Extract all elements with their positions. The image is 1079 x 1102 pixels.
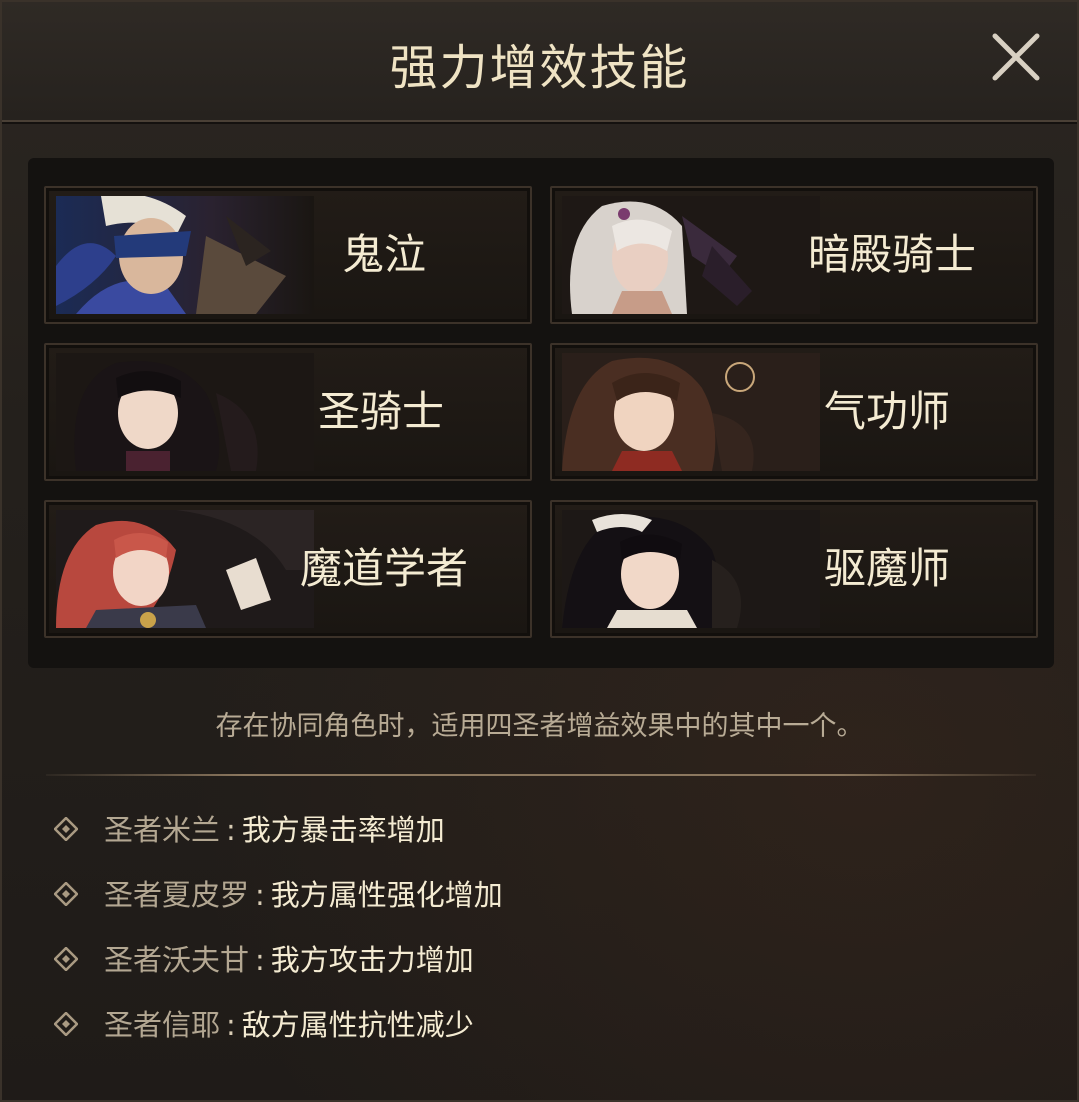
buff-separator: : bbox=[226, 1008, 236, 1042]
buff-saint-name: 圣者夏皮罗 bbox=[104, 878, 250, 912]
brown-haired-nen-master-portrait bbox=[562, 353, 820, 471]
dark-haired-crusader-portrait bbox=[56, 353, 314, 471]
character-grid: 鬼泣 暗殿骑士 圣骑士 气功师 魔道学者 驱魔师 bbox=[28, 158, 1054, 668]
diamond-bullet-icon bbox=[54, 947, 78, 971]
buff-item: 圣者沃夫甘: 我方攻击力增加 bbox=[54, 940, 474, 980]
diamond-bullet-icon bbox=[54, 882, 78, 906]
synergy-skill-dialog: 强力增效技能 鬼泣 暗殿骑士 圣骑士 气功师 魔道学者 驱魔师 存在协同角色时，… bbox=[0, 0, 1079, 1102]
buff-item: 圣者信耶: 敌方属性抗性减少 bbox=[54, 1005, 474, 1045]
character-card-exorcist[interactable]: 驱魔师 bbox=[550, 500, 1038, 638]
synergy-description: 存在协同角色时，适用四圣者增益效果中的其中一个。 bbox=[215, 711, 864, 742]
character-card-crusader[interactable]: 圣骑士 bbox=[44, 343, 532, 481]
dialog-header: 强力增效技能 bbox=[2, 2, 1077, 122]
diamond-bullet-icon bbox=[54, 1012, 78, 1036]
buff-saint-name: 圣者沃夫甘 bbox=[104, 943, 250, 977]
character-card-ghost-blade[interactable]: 鬼泣 bbox=[44, 186, 532, 324]
character-card-dark-knight[interactable]: 暗殿骑士 bbox=[550, 186, 1038, 324]
buff-saint-name: 圣者信耶 bbox=[104, 1008, 221, 1042]
character-name: 驱魔师 bbox=[823, 544, 950, 593]
character-name: 圣骑士 bbox=[317, 387, 444, 436]
buff-separator: : bbox=[226, 813, 236, 847]
buff-separator: : bbox=[255, 878, 265, 912]
buff-item: 圣者米兰: 我方暴击率增加 bbox=[54, 810, 445, 850]
divider bbox=[46, 774, 1036, 776]
black-haired-exorcist-portrait bbox=[562, 510, 820, 628]
buff-effect: 我方暴击率增加 bbox=[241, 813, 445, 847]
diamond-bullet-icon bbox=[54, 817, 78, 841]
character-name: 气功师 bbox=[823, 387, 950, 436]
character-card-magic-scholar[interactable]: 魔道学者 bbox=[44, 500, 532, 638]
white-haired-knight-portrait bbox=[562, 196, 820, 314]
buff-saint-name: 圣者米兰 bbox=[104, 813, 221, 847]
buff-effect: 我方攻击力增加 bbox=[270, 943, 474, 977]
dialog-title: 强力增效技能 bbox=[389, 40, 690, 96]
masked-swordsman-portrait bbox=[56, 196, 314, 314]
character-name: 暗殿骑士 bbox=[807, 230, 976, 279]
close-button[interactable] bbox=[989, 30, 1043, 84]
character-name: 鬼泣 bbox=[341, 230, 426, 279]
close-icon bbox=[992, 33, 1040, 81]
red-haired-mage-portrait bbox=[56, 510, 314, 628]
buff-effect: 我方属性强化增加 bbox=[270, 878, 503, 912]
buff-separator: : bbox=[255, 943, 265, 977]
character-name: 魔道学者 bbox=[299, 544, 468, 593]
buff-effect: 敌方属性抗性减少 bbox=[241, 1008, 474, 1042]
character-card-nen-master[interactable]: 气功师 bbox=[550, 343, 1038, 481]
buff-item: 圣者夏皮罗: 我方属性强化增加 bbox=[54, 875, 503, 915]
